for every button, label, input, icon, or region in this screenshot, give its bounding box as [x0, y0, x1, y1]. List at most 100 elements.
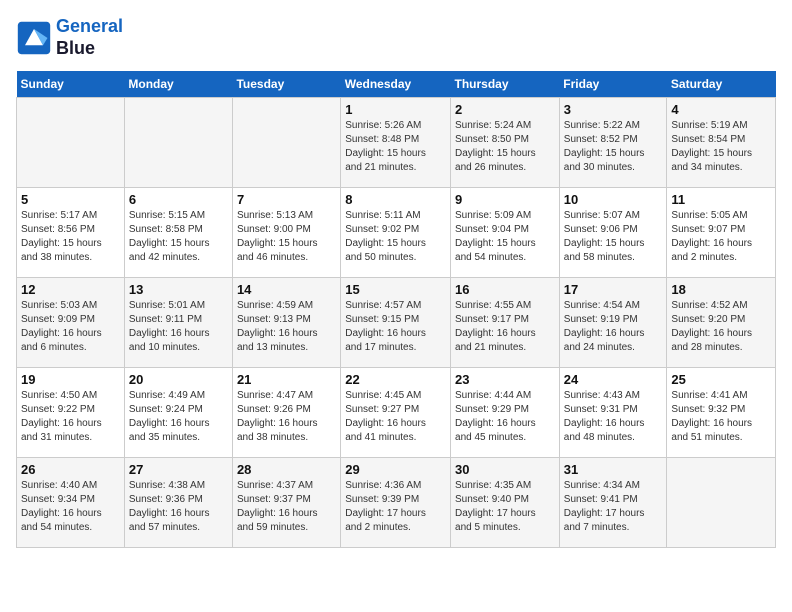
- page-header: General Blue: [16, 16, 776, 59]
- day-info: Sunrise: 4:35 AM Sunset: 9:40 PM Dayligh…: [455, 479, 555, 535]
- day-info: Sunrise: 4:52 AM Sunset: 9:20 PM Dayligh…: [671, 299, 771, 355]
- header-cell-thursday: Thursday: [451, 71, 560, 98]
- calendar-cell: 12 Sunrise: 5:03 AM Sunset: 9:09 PM Dayli…: [17, 278, 125, 368]
- calendar-week-row: 12 Sunrise: 5:03 AM Sunset: 9:09 PM Dayli…: [17, 278, 776, 368]
- day-number: 17: [564, 282, 663, 297]
- day-info: Sunrise: 4:37 AM Sunset: 9:37 PM Dayligh…: [237, 479, 336, 535]
- calendar-header-row: SundayMondayTuesdayWednesdayThursdayFrid…: [17, 71, 776, 98]
- calendar-cell: 2Sunrise: 5:24 AM Sunset: 8:50 PM Daylig…: [451, 98, 560, 188]
- day-number: 1: [345, 102, 446, 117]
- header-cell-sunday: Sunday: [17, 71, 125, 98]
- calendar-cell: 22 Sunrise: 4:45 AM Sunset: 9:27 PM Dayli…: [341, 368, 451, 458]
- calendar-cell: 7Sunrise: 5:13 AM Sunset: 9:00 PM Daylig…: [232, 188, 340, 278]
- day-info: Sunrise: 4:47 AM Sunset: 9:26 PM Dayligh…: [237, 389, 336, 445]
- calendar-cell: 19 Sunrise: 4:50 AM Sunset: 9:22 PM Dayli…: [17, 368, 125, 458]
- day-number: 11: [671, 192, 771, 207]
- calendar-cell: 1 Sunrise: 5:26 AM Sunset: 8:48 PM Daylig…: [341, 98, 451, 188]
- day-info: Sunrise: 4:36 AM Sunset: 9:39 PM Dayligh…: [345, 479, 446, 535]
- calendar-cell: 13Sunrise: 5:01 AM Sunset: 9:11 PM Dayli…: [124, 278, 232, 368]
- calendar-cell: 15 Sunrise: 4:57 AM Sunset: 9:15 PM Dayli…: [341, 278, 451, 368]
- day-info: Sunrise: 5:22 AM Sunset: 8:52 PM Dayligh…: [564, 119, 663, 175]
- day-info: Sunrise: 5:11 AM Sunset: 9:02 PM Dayligh…: [345, 209, 446, 265]
- day-number: 16: [455, 282, 555, 297]
- day-info: Sunrise: 4:59 AM Sunset: 9:13 PM Dayligh…: [237, 299, 336, 355]
- calendar-cell: 9 Sunrise: 5:09 AM Sunset: 9:04 PM Daylig…: [451, 188, 560, 278]
- calendar-cell: 10 Sunrise: 5:07 AM Sunset: 9:06 PM Dayli…: [559, 188, 667, 278]
- day-number: 27: [129, 462, 228, 477]
- day-info: Sunrise: 5:09 AM Sunset: 9:04 PM Dayligh…: [455, 209, 555, 265]
- calendar-table: SundayMondayTuesdayWednesdayThursdayFrid…: [16, 71, 776, 548]
- logo: General Blue: [16, 16, 123, 59]
- header-cell-friday: Friday: [559, 71, 667, 98]
- day-info: Sunrise: 4:38 AM Sunset: 9:36 PM Dayligh…: [129, 479, 228, 535]
- day-number: 6: [129, 192, 228, 207]
- day-number: 25: [671, 372, 771, 387]
- day-number: 28: [237, 462, 336, 477]
- header-cell-wednesday: Wednesday: [341, 71, 451, 98]
- day-number: 5: [21, 192, 120, 207]
- day-info: Sunrise: 5:24 AM Sunset: 8:50 PM Dayligh…: [455, 119, 555, 175]
- calendar-cell: 8 Sunrise: 5:11 AM Sunset: 9:02 PM Daylig…: [341, 188, 451, 278]
- day-number: 9: [455, 192, 555, 207]
- day-info: Sunrise: 5:17 AM Sunset: 8:56 PM Dayligh…: [21, 209, 120, 265]
- day-number: 23: [455, 372, 555, 387]
- day-info: Sunrise: 4:34 AM Sunset: 9:41 PM Dayligh…: [564, 479, 663, 535]
- day-info: Sunrise: 5:03 AM Sunset: 9:09 PM Dayligh…: [21, 299, 120, 355]
- calendar-cell: 26Sunrise: 4:40 AM Sunset: 9:34 PM Dayli…: [17, 458, 125, 548]
- calendar-cell: 30 Sunrise: 4:35 AM Sunset: 9:40 PM Dayli…: [451, 458, 560, 548]
- calendar-cell: 18Sunrise: 4:52 AM Sunset: 9:20 PM Dayli…: [667, 278, 776, 368]
- day-number: 13: [129, 282, 228, 297]
- calendar-cell: 17 Sunrise: 4:54 AM Sunset: 9:19 PM Dayli…: [559, 278, 667, 368]
- day-number: 31: [564, 462, 663, 477]
- calendar-cell: 27 Sunrise: 4:38 AM Sunset: 9:36 PM Dayli…: [124, 458, 232, 548]
- day-number: 8: [345, 192, 446, 207]
- header-cell-monday: Monday: [124, 71, 232, 98]
- header-cell-tuesday: Tuesday: [232, 71, 340, 98]
- day-info: Sunrise: 4:49 AM Sunset: 9:24 PM Dayligh…: [129, 389, 228, 445]
- day-number: 26: [21, 462, 120, 477]
- day-number: 4: [671, 102, 771, 117]
- calendar-cell: 21 Sunrise: 4:47 AM Sunset: 9:26 PM Dayli…: [232, 368, 340, 458]
- logo-icon: [16, 20, 52, 56]
- calendar-week-row: 19 Sunrise: 4:50 AM Sunset: 9:22 PM Dayli…: [17, 368, 776, 458]
- day-info: Sunrise: 5:13 AM Sunset: 9:00 PM Dayligh…: [237, 209, 336, 265]
- calendar-week-row: 5 Sunrise: 5:17 AM Sunset: 8:56 PM Daylig…: [17, 188, 776, 278]
- calendar-cell: [124, 98, 232, 188]
- day-number: 10: [564, 192, 663, 207]
- calendar-cell: [17, 98, 125, 188]
- day-info: Sunrise: 4:45 AM Sunset: 9:27 PM Dayligh…: [345, 389, 446, 445]
- day-number: 19: [21, 372, 120, 387]
- calendar-cell: 11 Sunrise: 5:05 AM Sunset: 9:07 PM Dayli…: [667, 188, 776, 278]
- calendar-cell: 16 Sunrise: 4:55 AM Sunset: 9:17 PM Dayli…: [451, 278, 560, 368]
- day-info: Sunrise: 5:26 AM Sunset: 8:48 PM Dayligh…: [345, 119, 446, 175]
- calendar-cell: 6 Sunrise: 5:15 AM Sunset: 8:58 PM Daylig…: [124, 188, 232, 278]
- day-number: 30: [455, 462, 555, 477]
- calendar-cell: 24Sunrise: 4:43 AM Sunset: 9:31 PM Dayli…: [559, 368, 667, 458]
- day-info: Sunrise: 5:15 AM Sunset: 8:58 PM Dayligh…: [129, 209, 228, 265]
- day-number: 21: [237, 372, 336, 387]
- day-info: Sunrise: 4:55 AM Sunset: 9:17 PM Dayligh…: [455, 299, 555, 355]
- day-number: 14: [237, 282, 336, 297]
- calendar-cell: 14 Sunrise: 4:59 AM Sunset: 9:13 PM Dayli…: [232, 278, 340, 368]
- header-cell-saturday: Saturday: [667, 71, 776, 98]
- day-info: Sunrise: 4:54 AM Sunset: 9:19 PM Dayligh…: [564, 299, 663, 355]
- calendar-cell: 20 Sunrise: 4:49 AM Sunset: 9:24 PM Dayli…: [124, 368, 232, 458]
- day-number: 22: [345, 372, 446, 387]
- calendar-cell: 25 Sunrise: 4:41 AM Sunset: 9:32 PM Dayli…: [667, 368, 776, 458]
- calendar-cell: 28 Sunrise: 4:37 AM Sunset: 9:37 PM Dayli…: [232, 458, 340, 548]
- calendar-week-row: 26Sunrise: 4:40 AM Sunset: 9:34 PM Dayli…: [17, 458, 776, 548]
- day-number: 20: [129, 372, 228, 387]
- logo-text: General Blue: [56, 16, 123, 59]
- calendar-cell: 29Sunrise: 4:36 AM Sunset: 9:39 PM Dayli…: [341, 458, 451, 548]
- day-info: Sunrise: 5:07 AM Sunset: 9:06 PM Dayligh…: [564, 209, 663, 265]
- day-info: Sunrise: 4:41 AM Sunset: 9:32 PM Dayligh…: [671, 389, 771, 445]
- calendar-cell: 5 Sunrise: 5:17 AM Sunset: 8:56 PM Daylig…: [17, 188, 125, 278]
- day-info: Sunrise: 4:57 AM Sunset: 9:15 PM Dayligh…: [345, 299, 446, 355]
- day-info: Sunrise: 5:19 AM Sunset: 8:54 PM Dayligh…: [671, 119, 771, 175]
- calendar-week-row: 1 Sunrise: 5:26 AM Sunset: 8:48 PM Daylig…: [17, 98, 776, 188]
- day-number: 3: [564, 102, 663, 117]
- day-number: 12: [21, 282, 120, 297]
- day-info: Sunrise: 5:05 AM Sunset: 9:07 PM Dayligh…: [671, 209, 771, 265]
- day-info: Sunrise: 4:50 AM Sunset: 9:22 PM Dayligh…: [21, 389, 120, 445]
- day-number: 15: [345, 282, 446, 297]
